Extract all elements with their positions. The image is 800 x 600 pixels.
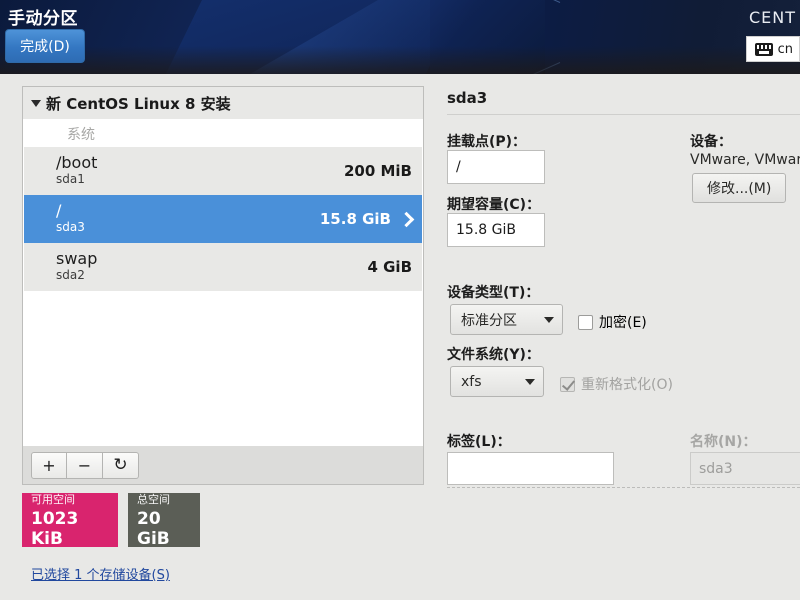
name-label: 名称(N)： [690,434,757,450]
reformat-label: 重新格式化(O) [581,377,673,393]
available-space-box: 可用空间 1023 KiB [22,492,118,549]
header-banner: 手动分区 CENT [0,0,800,74]
total-space-value: 20 GiB [137,508,170,549]
total-space-box: 总空间 20 GiB [128,492,200,549]
table-row[interactable]: swap sda2 4 GiB [24,243,422,291]
partition-mount-point: swap [56,248,98,268]
triangle-down-icon [31,99,41,107]
available-space-value: 1023 KiB [31,508,79,549]
refresh-partitions-button[interactable]: ↻ [103,451,139,479]
detail-dashed-separator [447,487,800,488]
install-tree-header[interactable]: 新 CentOS Linux 8 安装 [23,87,423,119]
page-title: 手动分区 [8,9,78,29]
partition-details-panel: sda3 [447,88,800,107]
device-type-value: 标准分区 [461,312,517,329]
partition-group-label: 系统 [67,127,95,143]
available-space-caption: 可用空间 [31,492,75,506]
install-tree-label: 新 CentOS Linux 8 安装 [46,94,231,113]
banner-shadow [0,46,800,74]
partition-device-name: sda3 [56,219,85,234]
partition-device-name: sda1 [56,171,85,186]
table-row[interactable]: / sda3 15.8 GiB [24,195,422,243]
detail-title: sda3 [447,89,488,107]
reformat-checkbox[interactable]: 重新格式化(O) [560,374,673,394]
partition-rows: /boot sda1 200 MiB / sda3 15.8 GiB swap … [24,147,422,291]
partition-size: 200 MiB [343,162,412,180]
modify-device-button[interactable]: 修改...(M) [692,173,787,203]
capacity-input[interactable]: 15.8 GiB [447,213,545,247]
manual-partitioning-screen: 手动分区 CENT 完成(D) cn 新 CentOS Linux 8 安装 系… [0,0,800,600]
keyboard-layout-label: cn [777,41,793,57]
checkbox-box [578,314,593,330]
filesystem-value: xfs [461,373,482,390]
capacity-label: 期望容量(C)： [447,197,541,213]
keyboard-icon [754,42,773,56]
refresh-icon: ↻ [113,454,128,475]
keyboard-layout-indicator[interactable]: cn [745,36,800,62]
tag-label: 标签(L)： [447,434,511,450]
partition-mount-point: /boot [56,152,98,172]
detail-divider [447,114,800,115]
partition-mount-point: / [56,200,62,220]
filesystem-label: 文件系统(Y)： [447,347,540,363]
partition-size: 15.8 GiB [319,210,391,228]
mount-point-input[interactable]: / [447,150,545,184]
device-type-select[interactable]: 标准分区 [450,304,563,335]
encrypt-checkbox[interactable]: 加密(E) [578,312,647,332]
partition-size: 4 GiB [367,258,412,276]
device-model: VMware, VMware V [690,152,800,168]
partition-toolbar: + − ↻ [22,446,424,485]
device-type-label: 设备类型(T)： [447,285,540,301]
checkbox-box [560,376,575,392]
encrypt-label: 加密(E) [599,315,647,331]
partition-device-name: sda2 [56,267,85,282]
mount-point-label: 挂载点(P)： [447,134,527,150]
total-space-caption: 总空间 [137,492,170,506]
chevron-right-icon [398,211,415,227]
brand-label: CENT [748,8,796,27]
device-label: 设备： [690,134,732,150]
name-input: sda3 [690,452,800,485]
done-button[interactable]: 完成(D) [5,29,85,63]
partition-list-panel: 新 CentOS Linux 8 安装 系统 /boot sda1 200 Mi… [22,86,424,485]
selected-storage-devices-link[interactable]: 已选择 1 个存储设备(S) [31,564,170,583]
tag-input[interactable] [447,452,614,485]
remove-partition-button[interactable]: − [67,451,103,479]
table-row[interactable]: /boot sda1 200 MiB [24,147,422,195]
chevron-down-icon [544,316,554,323]
add-partition-button[interactable]: + [31,451,67,479]
filesystem-select[interactable]: xfs [450,366,544,397]
chevron-down-icon [525,378,535,385]
